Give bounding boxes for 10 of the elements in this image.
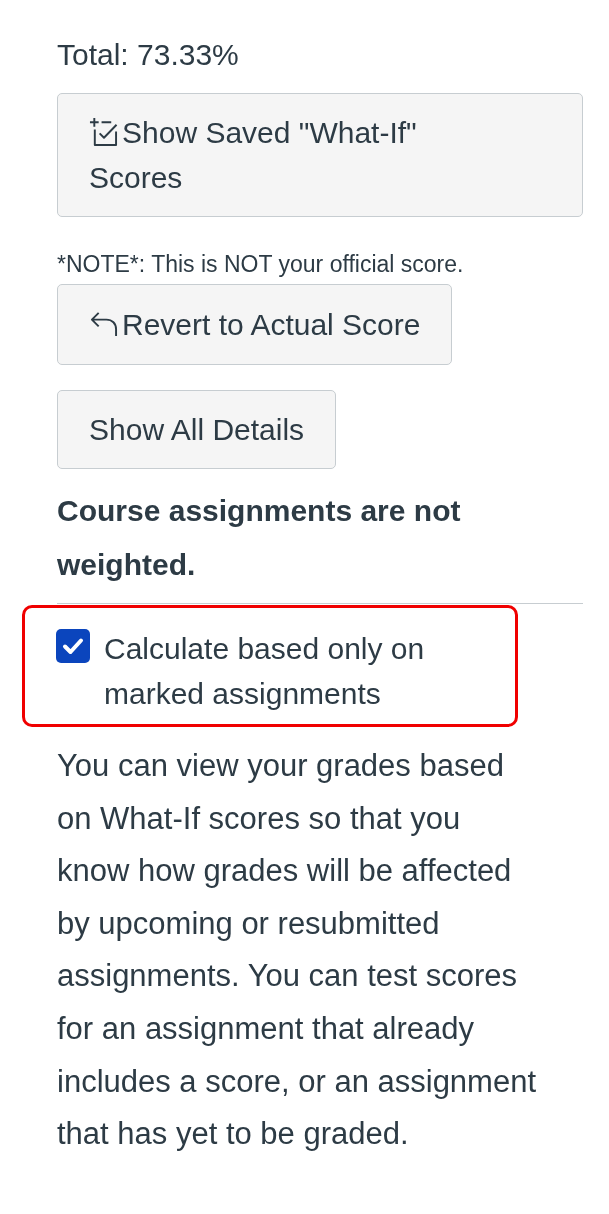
weighting-notice: Course assignments are not weighted. xyxy=(57,493,462,583)
checkbox-label[interactable]: Calculate based only on marked assignments xyxy=(104,626,494,716)
show-details-button[interactable]: Show All Details xyxy=(57,390,337,469)
add-checkbox-icon xyxy=(89,117,118,146)
description-text: You can view your grades based on What-If scores so that you know how grades will be affected by upcoming or resubmitted assignments. You can test scores for an assignment that already includes a score, or an assignment that has yet to be graded. xyxy=(57,747,538,1154)
note-text: *NOTE*: This is NOT your official score. xyxy=(57,250,465,279)
total-grade-text: Total: 73.33% xyxy=(57,37,240,73)
show-saved-what-if-button[interactable]: Show Saved "What-If" Scores xyxy=(57,93,583,217)
checkbox[interactable] xyxy=(56,629,90,663)
revert-button[interactable]: Revert to Actual Score xyxy=(57,284,453,365)
